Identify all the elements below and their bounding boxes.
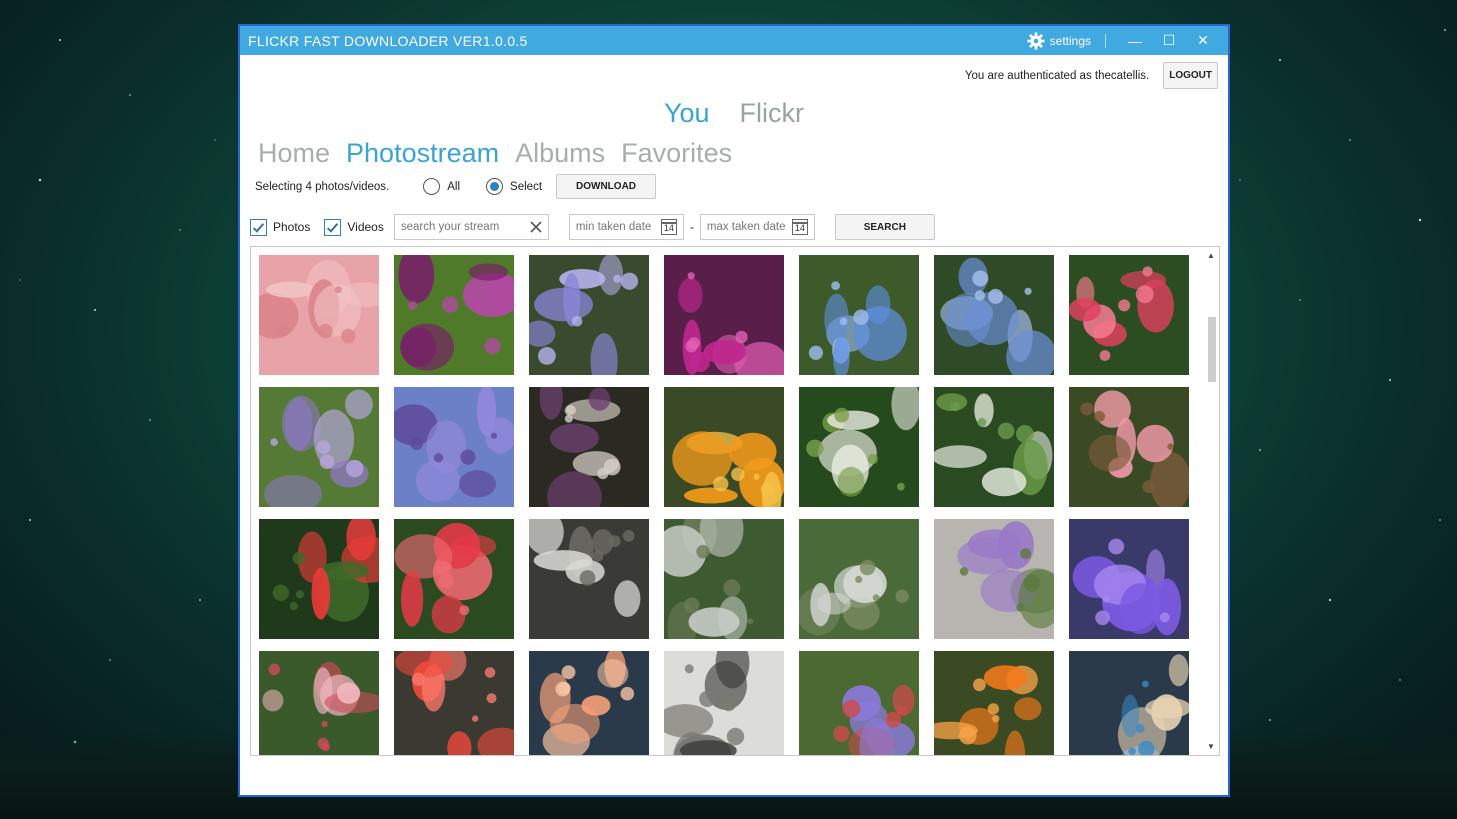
maximize-button[interactable]: ☐ <box>1152 32 1186 49</box>
auth-status: You are authenticated as thecatellis. <box>964 69 1150 82</box>
tab-flickr[interactable]: Flickr <box>740 98 804 129</box>
photo-thumbnail[interactable] <box>664 651 784 755</box>
radio-select[interactable]: Select <box>486 178 542 195</box>
filter-row: Photos Videos search your stream min tak… <box>250 214 935 240</box>
photo-thumbnail[interactable] <box>934 387 1054 507</box>
radio-select-label: Select <box>510 180 543 193</box>
clear-icon[interactable] <box>530 221 542 233</box>
photo-thumbnail[interactable] <box>394 651 514 755</box>
minimize-button[interactable]: — <box>1118 33 1152 49</box>
app-window: FLICKR FAST DOWNLOADER VER1.0.0.5 settin… <box>238 24 1230 797</box>
min-date-field[interactable]: min taken date 14 <box>568 214 684 240</box>
radio-select-circle[interactable] <box>486 178 504 195</box>
photo-thumbnail[interactable] <box>934 519 1054 639</box>
photo-thumbnail[interactable] <box>259 651 379 755</box>
photo-thumbnail[interactable] <box>664 519 784 639</box>
photo-thumbnail[interactable] <box>799 387 919 507</box>
photo-thumbnail[interactable] <box>529 651 649 755</box>
calendar-icon[interactable]: 14 <box>791 219 808 235</box>
radio-all-circle[interactable] <box>423 178 441 195</box>
radio-all[interactable]: All <box>423 178 460 195</box>
scroll-down-icon[interactable]: ▼ <box>1203 742 1219 751</box>
max-date-placeholder: max taken date <box>706 221 786 233</box>
checkmark-icon <box>327 222 339 233</box>
gear-icon <box>1027 31 1045 50</box>
min-date-placeholder: min taken date <box>575 221 652 233</box>
photo-thumbnail[interactable] <box>259 255 379 375</box>
selection-status: Selecting 4 photos/videos. <box>255 180 390 193</box>
search-input[interactable]: search your stream <box>393 214 549 240</box>
tab-albums[interactable]: Albums <box>515 138 605 169</box>
photo-thumbnail[interactable] <box>529 387 649 507</box>
tab-home[interactable]: Home <box>258 138 330 169</box>
photo-gallery[interactable]: ▲ ▼ <box>250 246 1220 756</box>
photo-thumbnail[interactable] <box>394 387 514 507</box>
photo-thumbnail[interactable] <box>664 255 784 375</box>
title-bar: FLICKR FAST DOWNLOADER VER1.0.0.5 settin… <box>240 26 1228 55</box>
search-button[interactable]: SEARCH <box>834 214 935 240</box>
auth-row: You are authenticated as thecatellis. LO… <box>965 62 1218 89</box>
photos-label: Photos <box>273 220 311 234</box>
photo-thumbnail[interactable] <box>664 387 784 507</box>
photo-thumbnail[interactable] <box>799 519 919 639</box>
photos-checkbox[interactable]: Photos <box>250 218 311 236</box>
photos-checkbox-box[interactable] <box>250 218 267 236</box>
date-separator: - <box>689 220 694 234</box>
photo-thumbnail[interactable] <box>259 387 379 507</box>
photo-thumbnail[interactable] <box>394 255 514 375</box>
radio-all-label: All <box>447 180 461 193</box>
settings-label: settings <box>1049 33 1091 48</box>
calendar-icon[interactable]: 14 <box>660 219 677 235</box>
window-title: FLICKR FAST DOWNLOADER VER1.0.0.5 <box>248 32 528 49</box>
videos-checkbox-box[interactable] <box>324 218 342 236</box>
videos-checkbox[interactable]: Videos <box>324 218 384 236</box>
logout-button[interactable]: LOGOUT <box>1163 62 1218 89</box>
photo-thumbnail[interactable] <box>934 255 1054 375</box>
photo-thumbnail[interactable] <box>799 651 919 755</box>
photo-thumbnail[interactable] <box>1069 519 1189 639</box>
title-separator <box>1105 33 1106 48</box>
close-button[interactable]: ✕ <box>1186 32 1220 49</box>
videos-label: Videos <box>347 220 384 234</box>
max-date-field[interactable]: max taken date 14 <box>699 214 815 240</box>
photo-thumbnail[interactable] <box>799 255 919 375</box>
scroll-up-icon[interactable]: ▲ <box>1203 251 1219 260</box>
photo-thumbnail[interactable] <box>529 519 649 639</box>
vertical-scrollbar[interactable]: ▲ ▼ <box>1203 247 1219 755</box>
checkmark-icon <box>252 222 265 233</box>
tab-favorites[interactable]: Favorites <box>621 138 732 169</box>
scrollbar-thumb[interactable] <box>1208 317 1216 382</box>
download-button[interactable]: DOWNLOAD <box>556 174 657 199</box>
settings-button[interactable]: settings <box>1027 31 1091 50</box>
tab-you[interactable]: You <box>664 98 710 129</box>
photo-thumbnail[interactable] <box>1069 255 1189 375</box>
thumbnail-grid <box>259 255 1189 755</box>
photo-thumbnail[interactable] <box>934 651 1054 755</box>
photo-thumbnail[interactable] <box>394 519 514 639</box>
tab-photostream[interactable]: Photostream <box>346 138 499 169</box>
photo-thumbnail[interactable] <box>529 255 649 375</box>
photo-thumbnail[interactable] <box>259 519 379 639</box>
search-placeholder: search your stream <box>400 221 500 233</box>
photo-thumbnail[interactable] <box>1069 651 1189 755</box>
top-tabs: You Flickr <box>240 98 1228 129</box>
photo-thumbnail[interactable] <box>1069 387 1189 507</box>
sub-tabs: Home Photostream Albums Favorites <box>258 138 732 169</box>
selection-row: Selecting 4 photos/videos. All Select DO… <box>255 174 657 199</box>
